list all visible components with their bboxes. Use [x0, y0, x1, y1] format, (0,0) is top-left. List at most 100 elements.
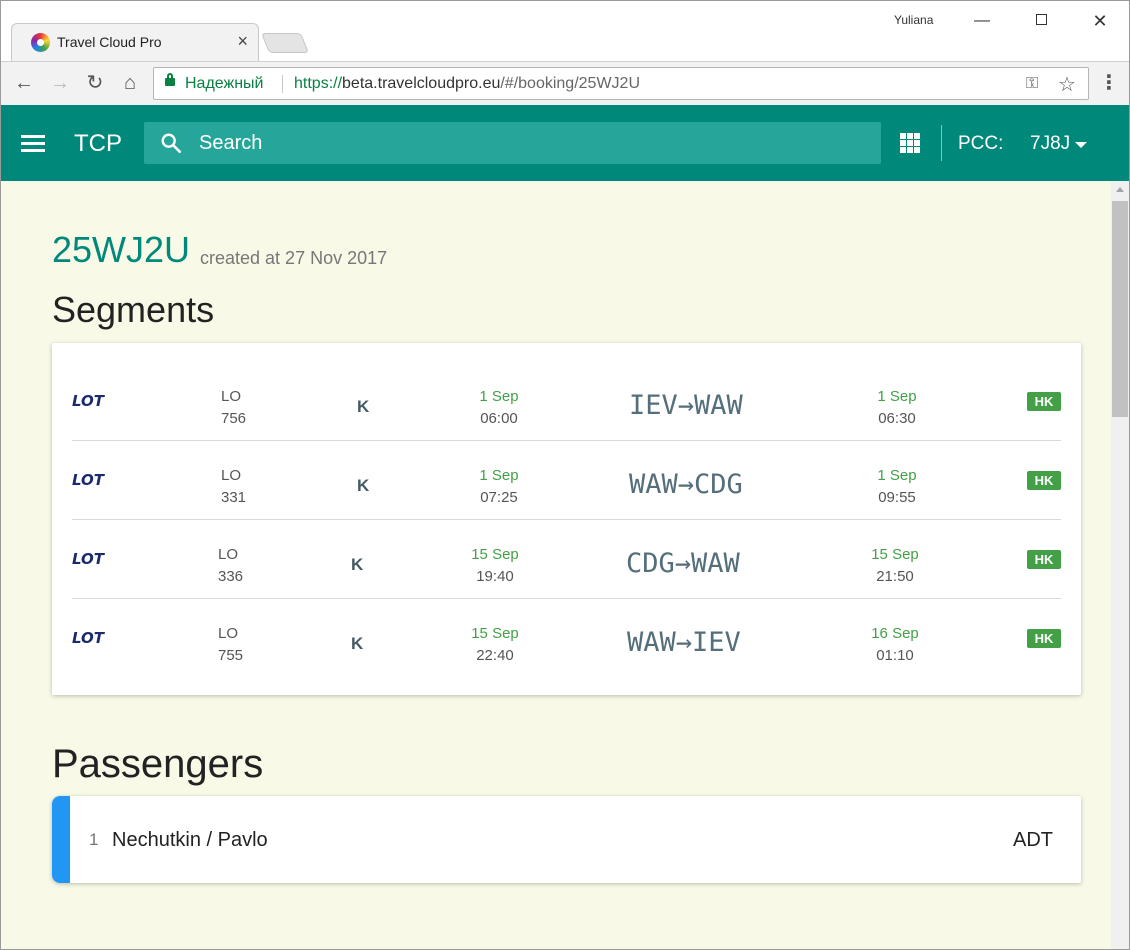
main-content: 25WJ2U created at 27 Nov 2017 Segments L… [1, 181, 1111, 949]
search-box[interactable] [144, 122, 881, 164]
passenger-accent-bar [52, 796, 70, 883]
booking-class: K [357, 397, 370, 416]
departure-time: 06:00 [480, 410, 518, 427]
segment-row[interactable]: LOT LO 336 K 15 Sep 19:40 CDG→WAW 15 Sep 21… [72, 520, 1061, 599]
caret-down-icon[interactable] [1075, 142, 1087, 148]
flight-number: LO 755 [218, 623, 243, 667]
new-tab-button[interactable] [260, 33, 310, 53]
back-button[interactable]: ← [11, 70, 37, 96]
flight-no: 331 [221, 489, 247, 506]
segment-route: WAW→CDG [629, 469, 743, 500]
page-scrollbar[interactable] [1111, 181, 1129, 949]
passenger-name: Nechutkin / Pavlo [112, 829, 268, 851]
departure-datetime: 15 Sep 22:40 [465, 623, 525, 667]
flight-no: 755 [218, 647, 244, 664]
flight-number: LO 331 [221, 465, 246, 509]
maximize-button[interactable] [1026, 9, 1056, 33]
airline-code: LO [218, 625, 239, 642]
segment-row[interactable]: LOT LO 755 K 15 Sep 22:40 WAW→IEV 16 Sep 01… [72, 599, 1061, 678]
secure-label: Надежный [185, 75, 264, 92]
departure-datetime: 1 Sep 07:25 [469, 465, 529, 509]
title-bar: Travel Cloud Pro × Yuliana — ✕ [1, 1, 1129, 61]
url-text[interactable]: https://beta.travelcloudpro.eu/#/booking… [294, 75, 640, 93]
forward-button[interactable]: → [47, 70, 73, 96]
reload-button[interactable]: ↻ [82, 70, 108, 96]
segment-route: IEV→WAW [629, 390, 743, 421]
passenger-number: 1 [89, 830, 99, 849]
profile-name[interactable]: Yuliana [894, 13, 933, 27]
departure-time: 07:25 [480, 489, 518, 506]
url-host: beta.travelcloudpro.eu [342, 75, 501, 92]
maximize-icon [1035, 14, 1047, 25]
app-bar: TCP PCC: 7J8J [1, 105, 1129, 181]
bookmark-star-icon[interactable]: ☆ [1058, 72, 1076, 97]
pcc-select[interactable]: 7J8J [1030, 133, 1070, 155]
browser-toolbar: ← → ↻ ⌂ Надежный https://beta.travelclou… [1, 61, 1129, 105]
browser-menu-icon[interactable]: ⋮ [1099, 70, 1119, 96]
passenger-type: ADT [1013, 829, 1053, 851]
app-title[interactable]: TCP [74, 130, 122, 158]
arrival-datetime: 16 Sep 01:10 [865, 623, 925, 667]
airline-code: LO [221, 467, 242, 484]
lot-logo-icon: LOT [72, 392, 106, 410]
hamburger-icon[interactable] [21, 135, 45, 153]
apps-grid-icon[interactable] [900, 133, 920, 153]
segment-row[interactable]: LOT LO 756 K 1 Sep 06:00 IEV→WAW 1 Sep 06:3… [72, 362, 1061, 441]
browser-tab[interactable]: Travel Cloud Pro × [11, 23, 259, 61]
lock-icon [165, 73, 175, 86]
arrival-datetime: 1 Sep 09:55 [867, 465, 927, 509]
passenger-row[interactable]: 1 Nechutkin / Pavlo ADT [52, 796, 1081, 883]
svg-text:LOT: LOT [72, 392, 106, 410]
departure-date: 1 Sep [479, 467, 519, 484]
arrival-date: 1 Sep [877, 467, 917, 484]
omnibox-divider [282, 75, 283, 93]
flight-no: 336 [218, 568, 244, 585]
passengers-heading: Passengers [52, 742, 264, 786]
key-icon[interactable]: ⚿ [1026, 75, 1038, 93]
arrival-time: 21:50 [876, 568, 914, 585]
departure-time: 19:40 [476, 568, 514, 585]
lot-logo-icon: LOT [72, 629, 106, 647]
arrival-date: 16 Sep [871, 625, 919, 642]
segments-card: LOT LO 756 K 1 Sep 06:00 IEV→WAW 1 Sep 06:3… [52, 343, 1081, 695]
airline-code: LO [218, 546, 239, 563]
arrival-time: 06:30 [878, 410, 916, 427]
departure-time: 22:40 [476, 647, 514, 664]
airline-code: LO [221, 388, 242, 405]
scroll-thumb[interactable] [1112, 201, 1128, 417]
segment-route: CDG→WAW [626, 548, 740, 579]
departure-datetime: 15 Sep 19:40 [465, 544, 525, 588]
segment-row[interactable]: LOT LO 331 K 1 Sep 07:25 WAW→CDG 1 Sep 09:5… [72, 441, 1061, 520]
departure-date: 15 Sep [471, 546, 519, 563]
lot-logo-icon: LOT [72, 550, 106, 568]
browser-window: Travel Cloud Pro × Yuliana — ✕ ← → ↻ ⌂ Н… [0, 0, 1130, 950]
search-icon [161, 133, 181, 153]
booking-class: K [357, 476, 370, 495]
appbar-divider [941, 125, 942, 161]
svg-text:LOT: LOT [72, 550, 106, 568]
arrival-date: 15 Sep [871, 546, 919, 563]
address-bar[interactable]: Надежный https://beta.travelcloudpro.eu/… [153, 67, 1089, 100]
minimize-button[interactable]: — [967, 9, 997, 33]
home-button[interactable]: ⌂ [117, 70, 143, 96]
svg-text:LOT: LOT [72, 471, 106, 489]
tab-close-button[interactable]: × [237, 31, 248, 51]
arrival-date: 1 Sep [877, 388, 917, 405]
booking-pnr: 25WJ2U [52, 229, 191, 270]
arrival-time: 09:55 [878, 489, 916, 506]
arrival-time: 01:10 [876, 647, 914, 664]
arrival-datetime: 15 Sep 21:50 [865, 544, 925, 588]
tab-title: Travel Cloud Pro [57, 34, 162, 50]
pcc-label: PCC: [958, 133, 1004, 154]
segment-route: WAW→IEV [627, 627, 741, 658]
url-path: /#/booking/25WJ2U [500, 75, 640, 92]
lot-logo-icon: LOT [72, 471, 106, 489]
url-scheme: https:// [294, 75, 343, 92]
arrival-datetime: 1 Sep 06:30 [867, 386, 927, 430]
booking-class: K [351, 555, 364, 574]
search-input[interactable] [199, 122, 859, 164]
close-window-button[interactable]: ✕ [1085, 9, 1115, 33]
scroll-up-icon[interactable] [1116, 187, 1124, 192]
segments-heading: Segments [52, 289, 215, 330]
flight-number: LO 756 [221, 386, 246, 430]
